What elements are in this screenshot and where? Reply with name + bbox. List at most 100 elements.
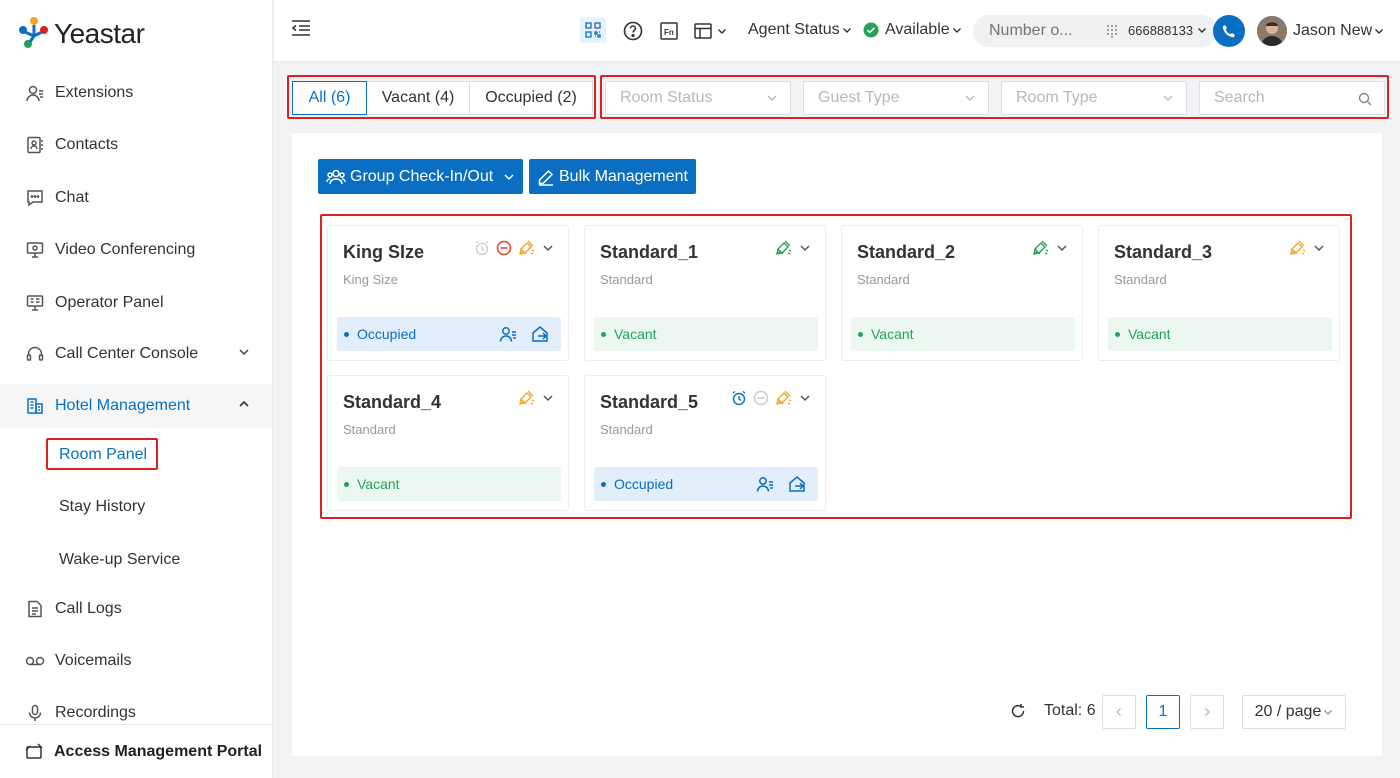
- group-check-in-out-button[interactable]: Group Check-In/Out: [318, 159, 524, 194]
- sidebar-item-video-conferencing[interactable]: Video Conferencing: [0, 228, 272, 272]
- call-button[interactable]: [1213, 15, 1245, 47]
- room-icons: [731, 390, 811, 406]
- chevron-left-icon: [1116, 708, 1121, 716]
- chevron-down-icon[interactable]: [1313, 242, 1325, 254]
- do-not-disturb-icon[interactable]: [496, 240, 512, 256]
- bulk-management-label: Bulk Management: [559, 167, 688, 185]
- room-card-standard-3[interactable]: Standard_3 Standard Vacant: [1098, 225, 1340, 361]
- next-page-button[interactable]: [1190, 695, 1224, 729]
- status-dot: [344, 332, 349, 337]
- sidebar-item-contacts[interactable]: Contacts: [0, 123, 272, 167]
- room-status-label: Vacant: [614, 326, 657, 342]
- sidebar-subitem-room-panel[interactable]: Room Panel: [46, 438, 158, 470]
- dialpad-icon[interactable]: [1106, 24, 1118, 38]
- prev-page-button[interactable]: [1102, 695, 1136, 729]
- sidebar-item-operator-panel[interactable]: Operator Panel: [0, 281, 272, 325]
- room-card-standard-2[interactable]: Standard_2 Standard Vacant: [841, 225, 1083, 361]
- room-icons: [518, 390, 554, 406]
- sidebar-item-label: Contacts: [55, 136, 119, 153]
- chevron-down-icon[interactable]: [799, 242, 811, 254]
- refresh-icon[interactable]: [1009, 702, 1027, 720]
- chevron-down-icon: [504, 173, 514, 180]
- room-name: Standard_5: [600, 392, 699, 412]
- chevron-down-icon[interactable]: [1056, 242, 1068, 254]
- tab-all[interactable]: All (6): [292, 81, 367, 115]
- check-out-icon[interactable]: [531, 325, 549, 343]
- tab-occupied[interactable]: Occupied (2): [469, 81, 593, 115]
- cleaning-broom-icon[interactable]: [1289, 240, 1307, 256]
- room-card-standard-1[interactable]: Standard_1 Standard Vacant: [584, 225, 826, 361]
- room-card-standard-5[interactable]: Standard_5 Standard Occupied: [584, 375, 826, 511]
- cleaning-broom-icon[interactable]: [775, 390, 793, 406]
- sidebar-subitem-wake-up-service[interactable]: Wake-up Service: [59, 551, 180, 569]
- room-card-king-size[interactable]: King SIze King Size Occupied: [327, 225, 569, 361]
- sidebar-item-hotel-management[interactable]: Hotel Management: [0, 384, 272, 428]
- do-not-disturb-icon[interactable]: [753, 390, 769, 406]
- sidebar-item-label: Call Logs: [55, 600, 122, 617]
- cleaning-broom-icon[interactable]: [775, 240, 793, 256]
- agent-status-dropdown[interactable]: Agent Status: [748, 21, 852, 39]
- guest-type-select[interactable]: Guest Type: [803, 81, 989, 115]
- logo-text: Yeastar: [54, 18, 145, 49]
- tab-vacant[interactable]: Vacant (4): [366, 81, 470, 115]
- phone-icon: [1222, 25, 1235, 38]
- access-management-portal-link[interactable]: Access Management Portal: [0, 724, 272, 778]
- chevron-down-icon[interactable]: [799, 392, 811, 404]
- guest-info-icon[interactable]: [756, 475, 774, 493]
- sidebar-item-call-center-console[interactable]: Call Center Console: [0, 332, 272, 376]
- chevron-down-icon: [1197, 28, 1206, 33]
- sidebar-item-chat[interactable]: Chat: [0, 176, 272, 220]
- room-status-placeholder: Room Status: [620, 89, 713, 106]
- layout-switch-icon[interactable]: [693, 21, 727, 41]
- availability-dropdown[interactable]: Available: [863, 21, 962, 39]
- extension-number-dropdown[interactable]: 666888133: [1128, 23, 1207, 38]
- room-type: Standard: [857, 272, 910, 287]
- room-status-bar: Occupied: [337, 317, 561, 351]
- chevron-down-icon: [952, 28, 961, 33]
- sidebar-subitem-stay-history[interactable]: Stay History: [59, 498, 145, 516]
- check-out-icon[interactable]: [788, 475, 806, 493]
- sidebar-item-voicemails[interactable]: Voicemails: [0, 639, 272, 683]
- guest-type-placeholder: Guest Type: [818, 89, 900, 106]
- guest-info-icon[interactable]: [499, 325, 517, 343]
- room-type-select[interactable]: Room Type: [1001, 81, 1187, 115]
- yeastar-logo[interactable]: Yeastar: [18, 14, 145, 54]
- cleaning-broom-icon[interactable]: [1032, 240, 1050, 256]
- room-icons: [1289, 240, 1325, 256]
- bulk-management-button[interactable]: Bulk Management: [529, 159, 696, 194]
- dial-number-input[interactable]: [989, 22, 1089, 40]
- search-icon[interactable]: [1358, 92, 1372, 106]
- wake-up-alarm-icon[interactable]: [474, 240, 490, 256]
- video-conferencing-icon: [25, 240, 45, 260]
- qr-code-icon[interactable]: [580, 17, 606, 43]
- collapse-menu-icon[interactable]: [291, 19, 311, 37]
- help-icon[interactable]: [623, 21, 643, 41]
- page-size-select[interactable]: 20 / page: [1242, 695, 1346, 729]
- function-keys-icon[interactable]: Fn: [659, 21, 679, 41]
- svg-text:Fn: Fn: [664, 28, 674, 37]
- search-box[interactable]: Search: [1199, 81, 1385, 115]
- user-menu-dropdown[interactable]: Jason New: [1293, 22, 1384, 40]
- room-card-standard-4[interactable]: Standard_4 Standard Vacant: [327, 375, 569, 511]
- page-1-button[interactable]: 1: [1146, 695, 1180, 729]
- chevron-down-icon[interactable]: [542, 392, 554, 404]
- room-status-select[interactable]: Room Status: [605, 81, 791, 115]
- user-avatar[interactable]: [1257, 16, 1287, 46]
- cleaning-broom-icon[interactable]: [518, 240, 536, 256]
- wake-up-alarm-icon[interactable]: [731, 390, 747, 406]
- room-name: Standard_1: [600, 242, 699, 262]
- voicemail-icon: [25, 651, 45, 671]
- room-status-label: Occupied: [357, 326, 417, 342]
- extensions-icon: [25, 83, 45, 103]
- room-name: King SIze: [343, 242, 425, 262]
- cleaning-broom-icon[interactable]: [518, 390, 536, 406]
- chevron-down-icon[interactable]: [238, 346, 250, 358]
- status-dot: [601, 332, 606, 337]
- chevron-up-icon[interactable]: [238, 398, 250, 410]
- sidebar: Yeastar Extensions Contacts Chat Video C…: [0, 0, 273, 778]
- chevron-right-icon: [1205, 708, 1210, 716]
- chevron-down-icon[interactable]: [542, 242, 554, 254]
- sidebar-item-call-logs[interactable]: Call Logs: [0, 587, 272, 631]
- sidebar-item-extensions[interactable]: Extensions: [0, 71, 272, 115]
- sidebar-item-label: Recordings: [55, 704, 136, 721]
